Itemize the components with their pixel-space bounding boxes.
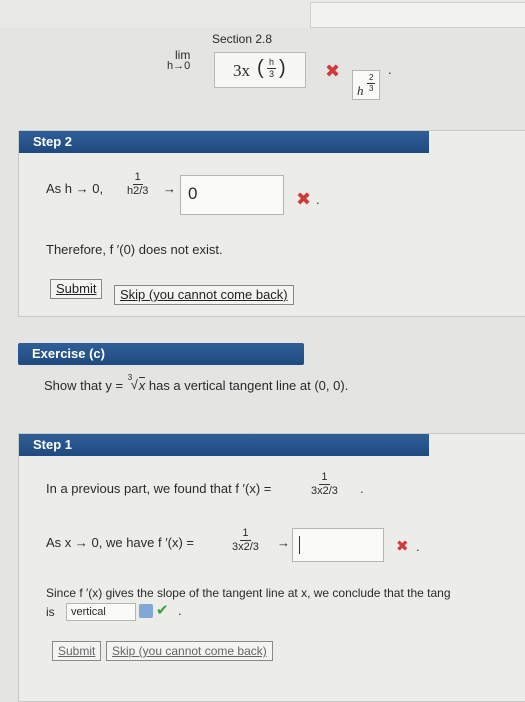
- step1-line1-end: .: [360, 481, 364, 496]
- root-radicand: x: [138, 377, 146, 393]
- check-icon: ✔: [156, 602, 169, 619]
- step2-frac: 1 h2/3: [127, 172, 148, 197]
- expr-frac: h 3: [267, 57, 277, 79]
- expr-paren: (: [257, 57, 264, 79]
- top-dot: .: [388, 62, 392, 77]
- expr-3x: 3x: [233, 61, 250, 80]
- section-label: Section 2.8: [212, 32, 273, 46]
- answer-exp: 2 3: [367, 73, 376, 93]
- step2-frac-den: h2/3: [127, 185, 149, 197]
- step1-since: Since f ′(x) gives the slope of the tang…: [46, 586, 451, 600]
- expr-frac-num: h: [267, 57, 277, 69]
- step2-dot: .: [316, 192, 320, 207]
- exercise-prompt-suffix: has a vertical tangent line at (0, 0).: [145, 378, 349, 393]
- step1-frac1-den: 3x2/3: [311, 485, 338, 497]
- step2-submit-button[interactable]: Submit: [50, 279, 103, 299]
- exercise-title-bar: Exercise (c): [18, 343, 304, 365]
- step2-arrow: →: [163, 181, 176, 196]
- cube-root: 3 √ x: [127, 373, 146, 393]
- step1-arrow: →: [277, 535, 290, 550]
- step1-is: is: [46, 605, 55, 619]
- step1-submit-button[interactable]: Submit: [52, 641, 102, 661]
- lim-sub: h→0: [167, 60, 191, 72]
- step1-panel: Step 1: [18, 433, 525, 702]
- step1-line1: In a previous part, we found that f ′(x)…: [46, 481, 272, 496]
- step2-answer-value: 0: [188, 184, 198, 203]
- exercise-title: Exercise (c): [32, 346, 105, 361]
- exercise-prompt-prefix: Show that y =: [44, 378, 127, 393]
- step2-title-bar: Step 2: [19, 131, 429, 153]
- step2-as-h: As h → 0,: [46, 181, 104, 196]
- step1-answer-field[interactable]: [292, 528, 384, 562]
- step1-frac2-num: 1: [240, 527, 251, 541]
- step2-frac-num: 1: [132, 171, 143, 185]
- step1-select-dot: .: [178, 603, 182, 618]
- step1-title: Step 1: [33, 437, 73, 452]
- step2-title: Step 2: [33, 134, 73, 149]
- answer-exp-den: 3: [369, 84, 374, 93]
- step1-line2: As x → 0, we have f ′(x) =: [46, 535, 195, 550]
- step1-frac1-num: 1: [319, 471, 330, 485]
- select-value: vertical: [71, 606, 106, 618]
- wrong-mark-icon: ✖: [325, 61, 341, 81]
- expr-box: 3x ( h 3 ): [214, 52, 306, 88]
- select-handle-icon[interactable]: [139, 604, 153, 618]
- step1-frac1: 1 3x2/3: [311, 472, 338, 497]
- answer-exp-num: 2: [367, 73, 376, 84]
- step2-wrong-icon: ✖: [296, 189, 312, 209]
- vertical-select[interactable]: vertical: [66, 603, 136, 621]
- step1-frac2: 1 3x2/3: [232, 528, 259, 553]
- answer-h: h: [357, 83, 364, 98]
- expr-paren-close: ): [279, 57, 286, 79]
- step1-wrong-icon: ✖: [396, 538, 409, 555]
- step1-frac2-den: 3x2/3: [232, 541, 259, 553]
- step1-dot: .: [416, 539, 420, 554]
- step2-therefore: Therefore, f ′(0) does not exist.: [46, 242, 223, 257]
- root-symbol: √: [130, 377, 138, 392]
- step2-answer-field[interactable]: 0: [180, 175, 284, 215]
- expr-frac-den: 3: [269, 69, 275, 79]
- step1-title-bar: Step 1: [19, 434, 429, 456]
- header-bar: [310, 2, 525, 28]
- step2-skip-button[interactable]: Skip (you cannot come back): [114, 285, 294, 305]
- step1-skip-button[interactable]: Skip (you cannot come back): [106, 641, 273, 661]
- text-cursor: [299, 536, 300, 554]
- answer-box-top[interactable]: h 2 3: [352, 70, 380, 100]
- exercise-prompt: Show that y = 3 √ x has a vertical tangent…: [44, 373, 349, 393]
